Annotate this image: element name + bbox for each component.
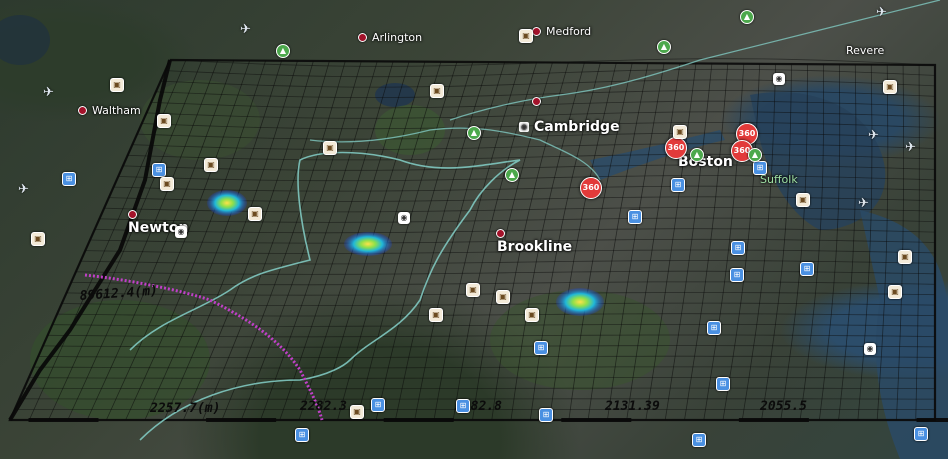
museum-icon[interactable]: ▣ bbox=[429, 308, 443, 322]
park-icon[interactable]: ▲ bbox=[748, 148, 762, 162]
museum-icon[interactable]: ▣ bbox=[110, 78, 124, 92]
museum-icon[interactable]: ▣ bbox=[248, 207, 262, 221]
reservoir-water bbox=[0, 15, 50, 65]
grid-label-left: 89612.4(m) bbox=[79, 284, 158, 304]
place-label: Suffolk bbox=[760, 173, 798, 186]
place-waltham[interactable]: Waltham bbox=[78, 104, 141, 117]
airplane-icon[interactable]: ✈ bbox=[18, 182, 29, 197]
transit-icon[interactable]: ⊞ bbox=[707, 321, 721, 335]
transit-icon[interactable]: ⊞ bbox=[731, 241, 745, 255]
camera-icon[interactable]: ◉ bbox=[773, 73, 785, 85]
airplane-icon[interactable]: ✈ bbox=[868, 128, 879, 143]
museum-icon[interactable]: ▣ bbox=[888, 285, 902, 299]
place-label: Medford bbox=[546, 25, 592, 38]
transit-icon[interactable]: ⊞ bbox=[152, 163, 166, 177]
airplane-icon[interactable]: ✈ bbox=[876, 5, 887, 20]
transit-icon[interactable]: ⊞ bbox=[456, 399, 470, 413]
place-label: Boston bbox=[678, 154, 733, 170]
airplane-icon[interactable]: ✈ bbox=[43, 85, 54, 100]
transit-icon[interactable]: ⊞ bbox=[539, 408, 553, 422]
place-label: Cambridge bbox=[534, 119, 620, 135]
river-boundary bbox=[449, 0, 941, 121]
place-label: Revere bbox=[846, 44, 885, 57]
pano-360-pin[interactable]: 360 bbox=[580, 177, 602, 199]
city-marker-icon bbox=[532, 97, 541, 106]
museum-icon[interactable]: ▣ bbox=[204, 158, 218, 172]
transit-icon[interactable]: ⊞ bbox=[671, 178, 685, 192]
city-marker-icon bbox=[532, 27, 541, 36]
museum-icon[interactable]: ▣ bbox=[350, 405, 364, 419]
heat-hotspot bbox=[344, 232, 392, 256]
place-revere[interactable]: Revere bbox=[846, 44, 884, 57]
place-brookline[interactable]: Brookline bbox=[497, 239, 572, 255]
transit-icon[interactable]: ⊞ bbox=[62, 172, 76, 186]
transit-icon[interactable]: ⊞ bbox=[295, 428, 309, 442]
transit-icon[interactable]: ⊞ bbox=[800, 262, 814, 276]
museum-icon[interactable]: ▣ bbox=[466, 283, 480, 297]
airplane-icon[interactable]: ✈ bbox=[905, 140, 916, 155]
park-icon[interactable]: ▲ bbox=[690, 148, 704, 162]
grid-label-bottom-1: 2257.7(m) bbox=[149, 401, 220, 416]
city-marker-icon bbox=[128, 210, 137, 219]
museum-icon[interactable]: ▣ bbox=[323, 141, 337, 155]
museum-icon[interactable]: ▣ bbox=[31, 232, 45, 246]
camera-icon[interactable]: ◉ bbox=[175, 226, 187, 238]
grid-label-bottom-5: 2055.5 bbox=[759, 399, 807, 414]
airplane-icon[interactable]: ✈ bbox=[240, 22, 251, 37]
park-icon[interactable]: ▲ bbox=[505, 168, 519, 182]
city-marker-icon bbox=[78, 106, 87, 115]
camera-icon[interactable]: ◉ bbox=[864, 343, 876, 355]
museum-icon[interactable]: ▣ bbox=[519, 29, 533, 43]
place-label: Arlington bbox=[372, 31, 423, 44]
transit-icon[interactable]: ⊞ bbox=[914, 427, 928, 441]
grid-label-bottom-4: 2131.39 bbox=[604, 399, 660, 414]
transit-icon[interactable]: ⊞ bbox=[716, 377, 730, 391]
museum-icon[interactable]: ▣ bbox=[673, 125, 687, 139]
pano-360-pin[interactable]: 360 bbox=[665, 137, 687, 159]
heat-hotspot bbox=[207, 190, 247, 216]
place-label: Brookline bbox=[497, 239, 573, 255]
map-viewport[interactable]: 89612.4(m) 2257.7(m) 2282.3 2182.8 2131.… bbox=[0, 0, 948, 459]
museum-icon[interactable]: ▣ bbox=[430, 84, 444, 98]
grid-line bbox=[857, 64, 873, 421]
museum-icon[interactable]: ▣ bbox=[898, 250, 912, 264]
museum-icon[interactable]: ▣ bbox=[883, 80, 897, 94]
place-suffolk[interactable]: Suffolk bbox=[760, 173, 798, 186]
grid-line bbox=[160, 79, 936, 88]
camera-icon[interactable]: ◉ bbox=[398, 212, 410, 224]
park-icon[interactable]: ▲ bbox=[657, 40, 671, 54]
museum-icon[interactable]: ▣ bbox=[496, 290, 510, 304]
city-marker-icon bbox=[496, 229, 505, 238]
grid-line bbox=[57, 313, 936, 317]
museum-icon[interactable]: ▣ bbox=[160, 177, 174, 191]
museum-icon[interactable]: ▣ bbox=[157, 114, 171, 128]
park-icon[interactable]: ▲ bbox=[740, 10, 754, 24]
transit-icon[interactable]: ⊞ bbox=[753, 161, 767, 175]
airplane-icon[interactable]: ✈ bbox=[858, 196, 869, 211]
park-icon[interactable]: ▲ bbox=[467, 126, 481, 140]
place-boston[interactable]: Boston bbox=[678, 154, 733, 170]
museum-icon[interactable]: ▣ bbox=[525, 308, 539, 322]
place-arlington[interactable]: Arlington bbox=[358, 31, 422, 44]
transit-icon[interactable]: ⊞ bbox=[692, 433, 706, 447]
grid-label-bottom-2: 2282.3 bbox=[299, 399, 347, 414]
place-cambridge[interactable]: ◉ Cambridge bbox=[519, 119, 620, 135]
museum-icon[interactable]: ▣ bbox=[796, 193, 810, 207]
transit-icon[interactable]: ⊞ bbox=[534, 341, 548, 355]
grid-line bbox=[71, 281, 936, 286]
grid-line bbox=[94, 228, 936, 234]
transit-icon[interactable]: ⊞ bbox=[371, 398, 385, 412]
place-label: Waltham bbox=[92, 104, 141, 117]
heat-hotspot bbox=[556, 288, 604, 316]
place-medford[interactable]: Medford bbox=[532, 25, 591, 38]
transit-icon[interactable]: ⊞ bbox=[628, 210, 642, 224]
transit-icon[interactable]: ⊞ bbox=[730, 268, 744, 282]
city-marker-icon bbox=[358, 33, 367, 42]
camera-icon: ◉ bbox=[519, 122, 529, 132]
park-icon[interactable]: ▲ bbox=[276, 44, 290, 58]
